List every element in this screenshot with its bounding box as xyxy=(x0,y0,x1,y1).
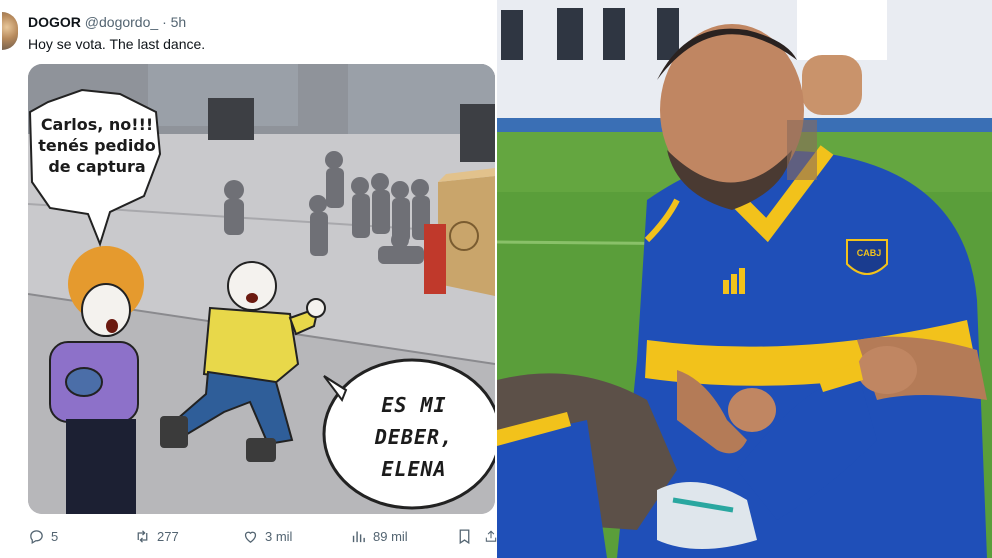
views-count: 89 mil xyxy=(373,528,408,544)
meme-bubble-elena-line: tenés pedido xyxy=(38,136,156,155)
meme-bubble-elena-line: Carlos, no!!! xyxy=(40,115,154,134)
header-separator: · xyxy=(162,14,167,30)
meme-bubble-carlos-line: DEBER, xyxy=(374,425,454,449)
views-button[interactable]: 89 mil xyxy=(350,526,408,546)
author-handle[interactable]: @dogordo_ xyxy=(85,14,158,30)
like-icon xyxy=(244,531,257,543)
bookmark-button[interactable] xyxy=(456,526,473,546)
tweet-header: DOGOR @dogordo_ · 5h xyxy=(28,14,186,30)
reply-button[interactable]: 5 xyxy=(28,526,58,546)
meme-bubble-elena: Carlos, no!!! tenés pedido de captura xyxy=(38,114,156,177)
author-name[interactable]: DOGOR xyxy=(28,14,81,30)
bookmark-icon xyxy=(459,528,470,544)
tweet-card: DOGOR @dogordo_ · 5h Hoy se vota. The la… xyxy=(0,0,497,558)
football-photo[interactable]: CABJ xyxy=(497,0,992,558)
meme-bubble-elena-line: de captura xyxy=(48,157,146,176)
retweet-count: 277 xyxy=(157,528,179,544)
views-icon xyxy=(352,531,365,542)
meme-bubble-carlos: ES MI DEBER, ELENA xyxy=(334,389,494,485)
reply-icon xyxy=(30,529,43,544)
meme-bubble-carlos-line: ELENA xyxy=(381,457,447,481)
retweet-button[interactable]: 277 xyxy=(134,526,179,546)
author-avatar[interactable] xyxy=(2,12,18,50)
share-icon xyxy=(485,530,497,542)
share-button[interactable] xyxy=(484,526,497,546)
tweet-text: Hoy se vota. The last dance. xyxy=(28,36,206,52)
tweet-timestamp[interactable]: 5h xyxy=(171,14,187,30)
like-button[interactable]: 3 mil xyxy=(242,526,292,546)
like-count: 3 mil xyxy=(265,528,293,544)
jersey-crest-text: CABJ xyxy=(856,248,882,258)
meme-bubble-carlos-line: ES MI xyxy=(381,393,447,417)
retweet-icon xyxy=(137,529,148,543)
reply-count: 5 xyxy=(51,528,59,544)
tweet-actions: 5 277 3 mil 89 mil xyxy=(28,526,497,546)
meme-image[interactable]: Carlos, no!!! tenés pedido de captura ES… xyxy=(28,64,495,514)
football-player-illustration xyxy=(497,0,992,558)
